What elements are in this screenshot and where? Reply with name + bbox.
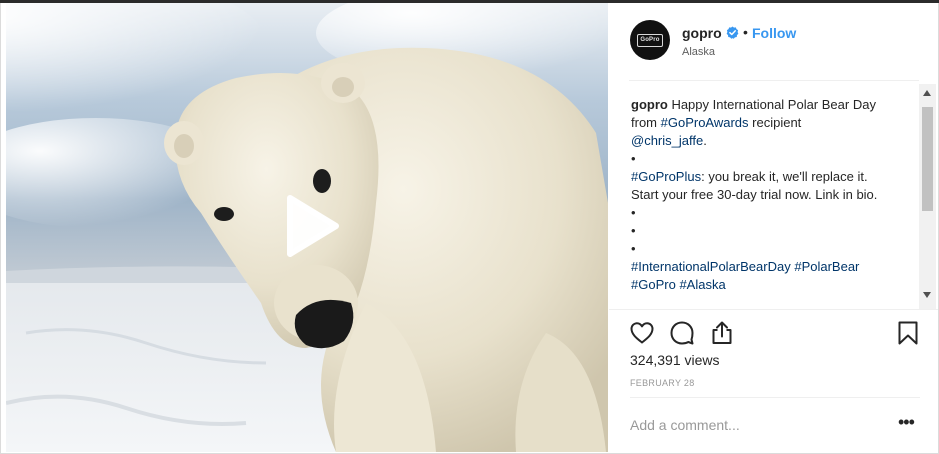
hashtag-link[interactable]: #GoProPlus: [631, 169, 701, 184]
add-comment-input[interactable]: [630, 413, 880, 437]
username[interactable]: gopro: [682, 25, 722, 41]
post-side-panel: GoPro gopro • Follow Alaska gopro Happy …: [609, 3, 938, 453]
scroll-down-arrow-icon[interactable]: [923, 292, 931, 298]
avatar[interactable]: GoPro: [630, 20, 670, 60]
location-link[interactable]: Alaska: [682, 46, 715, 58]
bookmark-icon[interactable]: [894, 319, 922, 347]
comment-icon[interactable]: [668, 319, 696, 347]
avatar-logo-text: GoPro: [640, 37, 660, 43]
caption-scroll-area[interactable]: gopro Happy International Polar Bear Day…: [629, 80, 919, 308]
share-icon[interactable]: [708, 319, 736, 347]
post-header: GoPro gopro • Follow Alaska: [609, 3, 938, 75]
caption-scrollbar[interactable]: [919, 84, 936, 309]
caption-username[interactable]: gopro: [631, 97, 668, 112]
separator-dot: •: [743, 24, 748, 40]
scroll-up-arrow-icon[interactable]: [923, 90, 931, 96]
comment-section: •••: [609, 395, 938, 453]
heart-icon[interactable]: [628, 319, 656, 347]
mention-link[interactable]: @chris_jaffe: [631, 133, 703, 148]
play-icon[interactable]: [274, 190, 346, 262]
caption-text: gopro Happy International Polar Bear Day…: [631, 96, 893, 294]
action-bar: [609, 309, 938, 349]
scrollbar-thumb[interactable]: [922, 107, 933, 211]
hashtag-link[interactable]: #GoPro: [631, 277, 676, 292]
hashtag-link[interactable]: #GoProAwards: [661, 115, 749, 130]
view-count[interactable]: 324,391 views: [630, 352, 720, 368]
hashtag-link[interactable]: #InternationalPolarBearDay: [631, 259, 791, 274]
post-video[interactable]: [6, 3, 608, 452]
more-options-icon[interactable]: •••: [898, 413, 915, 431]
gopro-logo: GoPro: [637, 33, 663, 47]
follow-button[interactable]: Follow: [752, 25, 796, 41]
hashtag-link[interactable]: #PolarBear: [794, 259, 859, 274]
comment-divider: [630, 397, 920, 398]
verified-badge-icon: [726, 26, 739, 39]
caption-segment: recipient: [752, 115, 802, 130]
post-date: FEBRUARY 28: [630, 378, 695, 388]
hashtag-link[interactable]: #Alaska: [679, 277, 725, 292]
